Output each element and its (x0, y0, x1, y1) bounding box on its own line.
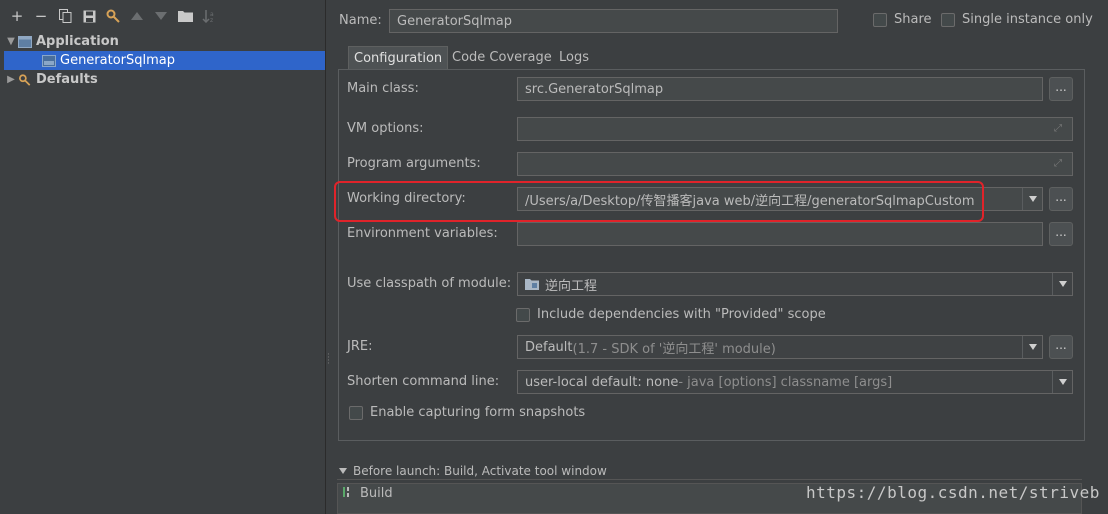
expand-arrow-icon[interactable]: ▼ (4, 36, 18, 47)
tree-node-generatorsqlmap[interactable]: GeneratorSqlmap (4, 51, 325, 70)
application-icon (18, 35, 32, 48)
module-folder-icon (525, 279, 539, 290)
highlight-annotation (334, 181, 984, 222)
splitter-handle[interactable]: · · · · (327, 351, 331, 369)
move-down-icon[interactable] (152, 6, 170, 26)
wrench-icon[interactable] (104, 6, 122, 26)
shorten-command-line-label: Shorten command line: (347, 374, 500, 389)
run-config-icon (42, 54, 56, 67)
expand-icon[interactable]: ⤢ (1054, 158, 1066, 170)
environment-variables-input[interactable] (517, 222, 1043, 246)
jre-value-detail: (1.7 - SDK of '逆向工程' module) (572, 341, 776, 357)
svg-text:z: z (210, 17, 213, 23)
share-label: Share (894, 12, 932, 27)
remove-icon[interactable]: − (32, 6, 50, 26)
include-dependencies-label: Include dependencies with "Provided" sco… (537, 307, 826, 322)
chevron-down-icon[interactable] (1052, 371, 1072, 393)
shorten-command-line-detail: - java [options] classname [args] (678, 374, 893, 390)
name-label: Name: (339, 13, 382, 28)
classpath-module-label: Use classpath of module: (347, 276, 512, 291)
vm-options-input[interactable]: ⤢ (517, 117, 1073, 141)
tab-logs[interactable]: Logs (554, 46, 594, 69)
enable-snapshots-label: Enable capturing form snapshots (370, 405, 586, 420)
before-launch-header[interactable]: Before launch: Build, Activate tool wind… (337, 462, 1082, 480)
copy-icon[interactable] (56, 6, 74, 26)
tree-node-label: Application (36, 34, 119, 49)
before-launch-label: Before launch: Build, Activate tool wind… (353, 463, 607, 478)
folder-icon[interactable] (176, 6, 194, 26)
watermark: https://blog.csdn.net/striveb (806, 483, 1100, 502)
working-directory-browse-button[interactable]: ... (1049, 187, 1073, 211)
before-launch-item-build[interactable]: Build (360, 486, 393, 501)
move-up-icon[interactable] (128, 6, 146, 26)
build-icon (343, 487, 349, 497)
main-class-browse-button[interactable]: ... (1049, 77, 1073, 101)
configurations-toolbar: + − az (0, 0, 326, 32)
collapse-arrow-icon[interactable] (338, 467, 348, 475)
jre-label: JRE: (347, 339, 373, 354)
tab-code-coverage[interactable]: Code Coverage (447, 46, 557, 69)
name-input[interactable]: GeneratorSqlmap (389, 9, 838, 33)
chevron-down-icon[interactable] (1022, 336, 1042, 358)
tree-node-label: GeneratorSqlmap (60, 53, 176, 68)
sort-icon[interactable]: az (200, 6, 218, 26)
chevron-down-icon[interactable] (1052, 273, 1072, 295)
tree-node-label: Defaults (36, 72, 98, 87)
share-checkbox[interactable] (873, 13, 887, 27)
chevron-down-icon[interactable] (1022, 188, 1042, 210)
environment-variables-label: Environment variables: (347, 226, 498, 241)
include-dependencies-checkbox[interactable] (516, 308, 530, 322)
expand-icon[interactable]: ⤢ (1054, 123, 1066, 135)
vm-options-label: VM options: (347, 121, 424, 136)
wrench-icon (18, 73, 31, 86)
configurations-tree: ▼ Application GeneratorSqlmap ▶ Defaults (4, 32, 325, 514)
shorten-command-line-select[interactable]: user-local default: none - java [options… (517, 370, 1073, 394)
enable-snapshots-checkbox[interactable] (349, 406, 363, 420)
program-arguments-label: Program arguments: (347, 156, 481, 171)
single-instance-label: Single instance only (962, 12, 1093, 27)
single-instance-checkbox[interactable] (941, 13, 955, 27)
jre-browse-button[interactable]: ... (1049, 335, 1073, 359)
collapse-arrow-icon[interactable]: ▶ (4, 74, 18, 85)
jre-value: Default (525, 339, 573, 355)
classpath-module-value: 逆向工程 (545, 278, 598, 294)
classpath-module-select[interactable]: 逆向工程 (517, 272, 1073, 296)
main-class-label: Main class: (347, 81, 419, 96)
environment-variables-browse-button[interactable]: ... (1049, 222, 1073, 246)
shorten-command-line-value: user-local default: none (525, 374, 679, 390)
main-class-input[interactable]: src.GeneratorSqlmap (517, 77, 1043, 101)
tree-node-application[interactable]: ▼ Application (4, 32, 325, 51)
tab-configuration[interactable]: Configuration (348, 46, 449, 69)
save-icon[interactable] (80, 6, 98, 26)
tree-node-defaults[interactable]: ▶ Defaults (4, 70, 325, 89)
add-icon[interactable]: + (8, 6, 26, 26)
jre-select[interactable]: Default (1.7 - SDK of '逆向工程' module) (517, 335, 1043, 359)
program-arguments-input[interactable]: ⤢ (517, 152, 1073, 176)
